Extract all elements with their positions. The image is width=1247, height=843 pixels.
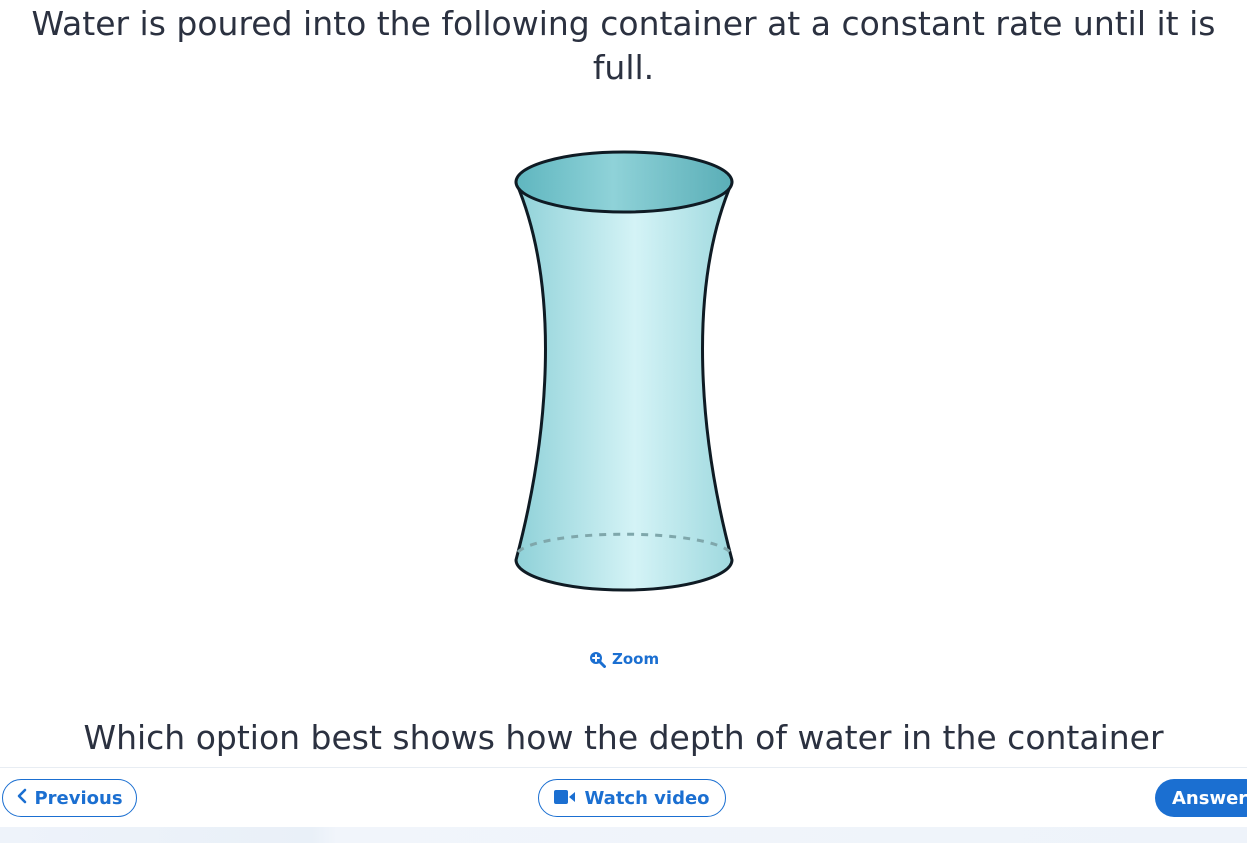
previous-label: Previous [34,787,123,809]
container-top-opening [514,150,734,214]
container-body [514,180,734,592]
answer-label: Answer [1172,787,1247,809]
zoom-button[interactable]: Zoom [589,648,659,670]
previous-button[interactable]: Previous [2,779,137,817]
container-diagram [514,150,734,592]
watch-video-button[interactable]: Watch video [538,779,726,817]
chevron-left-icon [16,788,28,809]
question-prompt: Which option best shows how the depth of… [83,718,1164,757]
navigation-bar: Previous Watch video Answer [0,767,1247,828]
watch-video-label: Watch video [584,787,710,809]
zoom-label: Zoom [612,650,660,668]
answer-button[interactable]: Answer [1155,779,1247,817]
bottom-shadow-strip [0,827,1247,843]
question-intro: Water is poured into the following conta… [31,4,1216,87]
zoom-in-icon [589,651,606,668]
video-camera-icon [554,788,576,809]
